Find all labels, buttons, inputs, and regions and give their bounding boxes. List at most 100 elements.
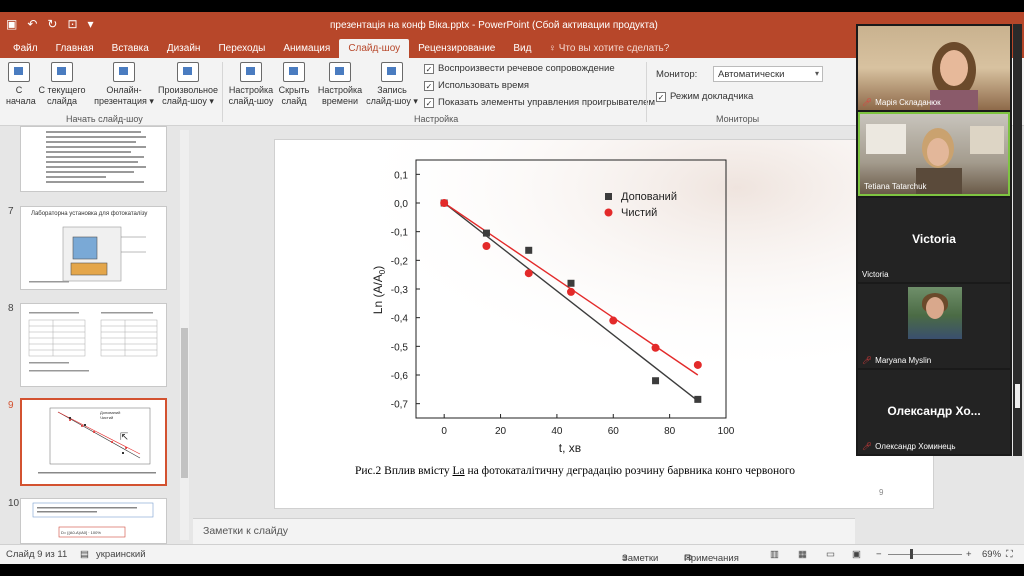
monitor-label: Монитор: xyxy=(656,69,698,80)
participant-tile[interactable]: 🎤︎ Марія Складанюк xyxy=(858,26,1010,110)
play-narrations-checkbox[interactable]: ✓ Воспроизвести речевое сопровождение xyxy=(424,63,615,74)
scrollbar-thumb[interactable] xyxy=(181,328,188,478)
y-axis-label-close: ) xyxy=(371,266,385,270)
tab-transitions[interactable]: Переходы xyxy=(209,43,274,58)
ribbon-separator xyxy=(646,62,647,122)
tab-review[interactable]: Рецензирование xyxy=(409,43,504,58)
participants-scrollbar[interactable] xyxy=(1013,24,1022,456)
quick-access-toolbar: ▣ ↶ ↻ ⊡ ▾ xyxy=(6,17,94,31)
checkmark-icon: ✓ xyxy=(656,91,666,102)
participant-name-tag: 🎤︎ Maryana Myslin xyxy=(862,356,931,365)
zoom-in-icon[interactable]: + xyxy=(966,549,972,560)
hide-slide-button[interactable]: Скрыть слайд xyxy=(276,62,312,107)
setup-slideshow-button[interactable]: Настройка слайд-шоу xyxy=(226,62,276,107)
language-indicator[interactable]: украинский xyxy=(96,549,146,560)
data-point-series-1 xyxy=(482,242,491,250)
record-slideshow-button[interactable]: Запись слайд-шоу ▾ xyxy=(366,62,418,107)
zoom-slider-thumb[interactable] xyxy=(910,549,913,559)
slideshow-view-icon[interactable]: ▣ xyxy=(852,549,861,560)
current-slide-icon xyxy=(51,62,73,82)
legend-marker xyxy=(604,208,613,217)
timing-label-2: времени xyxy=(322,96,358,106)
rehearse-timings-button[interactable]: Настройка времени xyxy=(316,62,364,107)
from-beginning-button[interactable]: С начала xyxy=(6,62,36,107)
from-beginning-label-2: начала xyxy=(6,96,36,106)
participant-name-tag: Tetiana Tatarchuk xyxy=(864,182,927,191)
from-current-slide-button[interactable]: С текущего слайда xyxy=(36,62,88,107)
mic-muted-icon: 🎤︎ xyxy=(862,98,873,107)
monitors-group-label: Мониторы xyxy=(716,114,760,124)
online-presentation-button[interactable]: Онлайн- презентация ▾ xyxy=(92,62,156,107)
thumbnail-slide-8[interactable] xyxy=(20,303,167,387)
thumbnail-formula-box: D= [(A0-A)/A0] · 100% xyxy=(32,502,154,538)
from-current-label-1: С текущего xyxy=(38,85,86,95)
undo-icon[interactable]: ↶ xyxy=(27,17,37,31)
thumbnails-scrollbar[interactable] xyxy=(180,130,189,540)
y-axis-label-main: Ln (A/A xyxy=(371,274,385,314)
thumbnail-number: 10 xyxy=(8,498,20,509)
record-label-1: Запись xyxy=(377,85,407,95)
tab-home[interactable]: Главная xyxy=(47,43,103,58)
legend-label: Чистий xyxy=(621,207,657,219)
fit-to-window-icon[interactable]: ⛶ xyxy=(1006,549,1013,560)
custom-slideshow-button[interactable]: Произвольное слайд-шоу ▾ xyxy=(156,62,220,107)
tab-insert[interactable]: Вставка xyxy=(103,43,158,58)
ribbon-separator xyxy=(222,62,223,122)
participant-tile-active-speaker[interactable]: Tetiana Tatarchuk xyxy=(858,112,1010,196)
y-tick-label: -0,3 xyxy=(391,285,409,296)
data-point-series-0 xyxy=(652,377,660,385)
thumbnail-slide-9-selected[interactable]: Допований Чистий ⇱ xyxy=(20,398,167,486)
caption-la: La xyxy=(452,465,465,477)
tab-animations[interactable]: Анимация xyxy=(274,43,339,58)
presenter-view-checkbox[interactable]: ✓ Режим докладчика xyxy=(656,91,753,102)
show-media-controls-label: Показать элементы управления проигрывате… xyxy=(438,97,656,108)
tab-file[interactable]: Файл xyxy=(4,43,47,58)
presenter-view-label: Режим докладчика xyxy=(670,91,754,102)
zoom-level[interactable]: 69% xyxy=(982,549,1001,560)
timing-label-1: Настройка xyxy=(317,85,363,95)
start-from-beginning-icon[interactable]: ⊡ xyxy=(67,17,77,31)
data-point-series-0 xyxy=(694,395,702,403)
setup-label-2: слайд-шоу xyxy=(228,96,274,106)
spellcheck-icon[interactable]: ▤ xyxy=(80,549,89,560)
participant-tile[interactable]: 🎤︎ Maryana Myslin xyxy=(858,284,1010,368)
participant-tile[interactable]: Олександр Хо... 🎤︎ Олександр Хоминець xyxy=(858,370,1010,454)
tell-me-search[interactable]: ♀ Что вы хотите сделать? xyxy=(540,43,677,58)
monitor-dropdown[interactable]: Автоматически ▾ xyxy=(713,66,823,82)
y-tick-label: -0,5 xyxy=(391,342,409,353)
hide-label-1: Скрыть xyxy=(278,85,310,95)
chart: 0,1 0,0 -0,1 -0,2 -0,3 -0,4 -0,5 -0,6 -0,7 0 20 40… xyxy=(275,140,935,460)
figure-caption: Рис.2 Вплив вмісту La на фотокаталітичну… xyxy=(355,465,855,477)
legend-label: Допований xyxy=(621,191,677,203)
thumbnail-slide-10[interactable]: D= [(A0-A)/A0] · 100% xyxy=(20,498,167,544)
thumbnail-chart: Допований Чистий ⇱ xyxy=(38,407,156,474)
thumbnail-slide-7[interactable]: Лабораторна установка для фотокаталізу xyxy=(20,206,167,290)
use-timings-checkbox[interactable]: ✓ Использовать время xyxy=(424,80,529,91)
scrollbar-thumb[interactable] xyxy=(1015,384,1020,408)
y-tick-label: 0,1 xyxy=(394,170,408,181)
chevron-down-icon[interactable]: ▾ xyxy=(88,17,94,31)
redo-icon[interactable]: ↻ xyxy=(47,17,57,31)
tab-design[interactable]: Дизайн xyxy=(158,43,210,58)
tab-view[interactable]: Вид xyxy=(504,43,540,58)
participant-name-tag: 🎤︎ Олександр Хоминець xyxy=(862,442,955,451)
use-timings-label: Использовать время xyxy=(438,80,530,91)
show-media-controls-checkbox[interactable]: ✓ Показать элементы управления проигрыва… xyxy=(424,97,655,108)
zoom-out-icon[interactable]: − xyxy=(876,549,882,560)
participant-name: Victoria xyxy=(862,270,889,279)
record-icon xyxy=(381,62,403,82)
current-slide[interactable]: 0,1 0,0 -0,1 -0,2 -0,3 -0,4 -0,5 -0,6 -0,7 0 20 40… xyxy=(274,139,935,509)
thumbnail-slide-6[interactable] xyxy=(20,126,167,192)
normal-view-icon[interactable]: ▥ xyxy=(770,549,779,560)
data-point-series-0 xyxy=(482,229,490,237)
save-icon[interactable]: ▣ xyxy=(6,17,17,31)
participant-tile[interactable]: Victoria Victoria xyxy=(858,198,1010,282)
reading-view-icon[interactable]: ▭ xyxy=(826,549,835,560)
zoom-slider[interactable] xyxy=(888,554,962,555)
slide-sorter-icon[interactable]: ▦ xyxy=(798,549,807,560)
tab-slide-show[interactable]: Слайд-шоу xyxy=(339,39,410,58)
svg-text:⇱: ⇱ xyxy=(120,432,128,443)
notes-pane[interactable]: Заметки к слайду xyxy=(193,518,855,544)
from-current-label-2: слайда xyxy=(46,96,78,106)
thumbnail-number: 7 xyxy=(8,206,14,217)
